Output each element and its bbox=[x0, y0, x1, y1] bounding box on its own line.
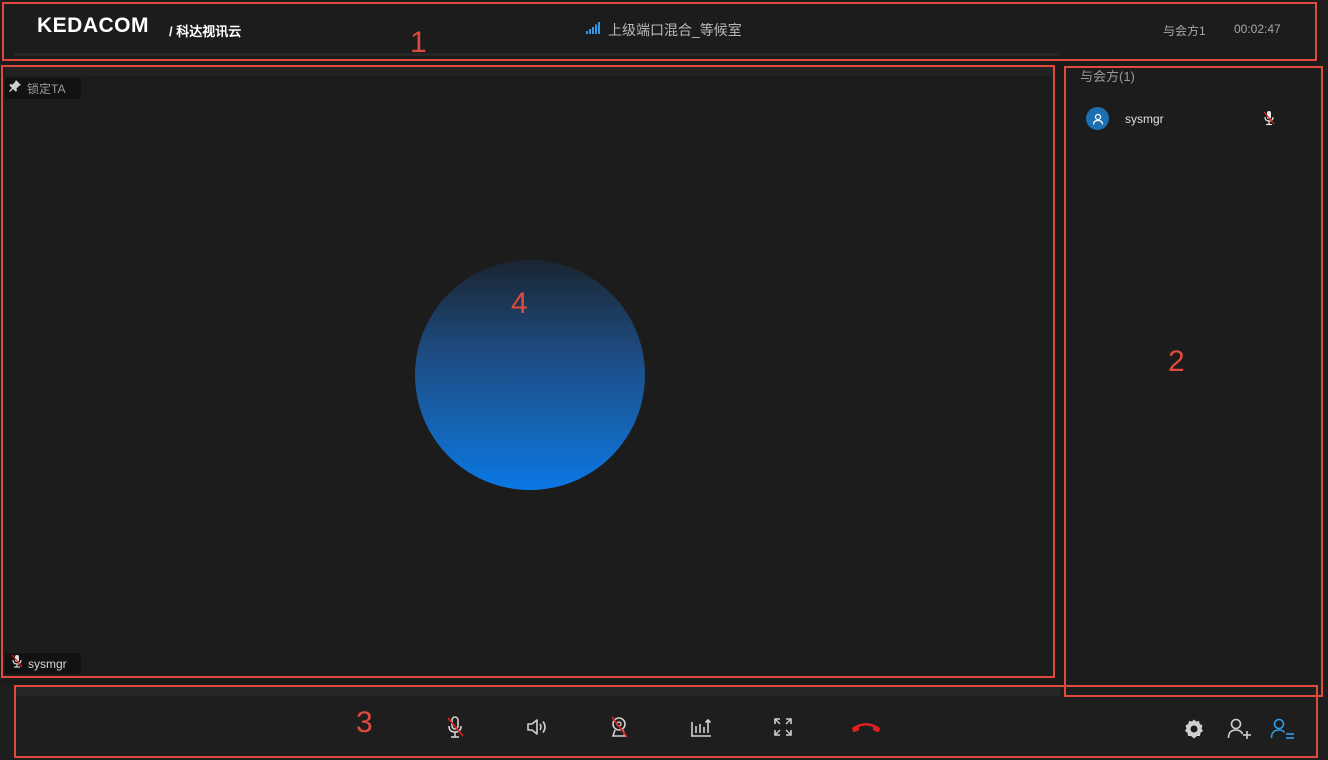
annotation-box-header bbox=[2, 2, 1317, 61]
annotation-label-2: 2 bbox=[1168, 345, 1185, 378]
annotation-label-3: 3 bbox=[356, 706, 373, 739]
annotation-label-1: 1 bbox=[410, 26, 427, 59]
annotation-box-toolbar bbox=[14, 685, 1318, 758]
annotation-box-panel bbox=[1064, 66, 1323, 697]
annotation-box-video bbox=[1, 65, 1055, 678]
annotation-label-4: 4 bbox=[511, 287, 528, 320]
